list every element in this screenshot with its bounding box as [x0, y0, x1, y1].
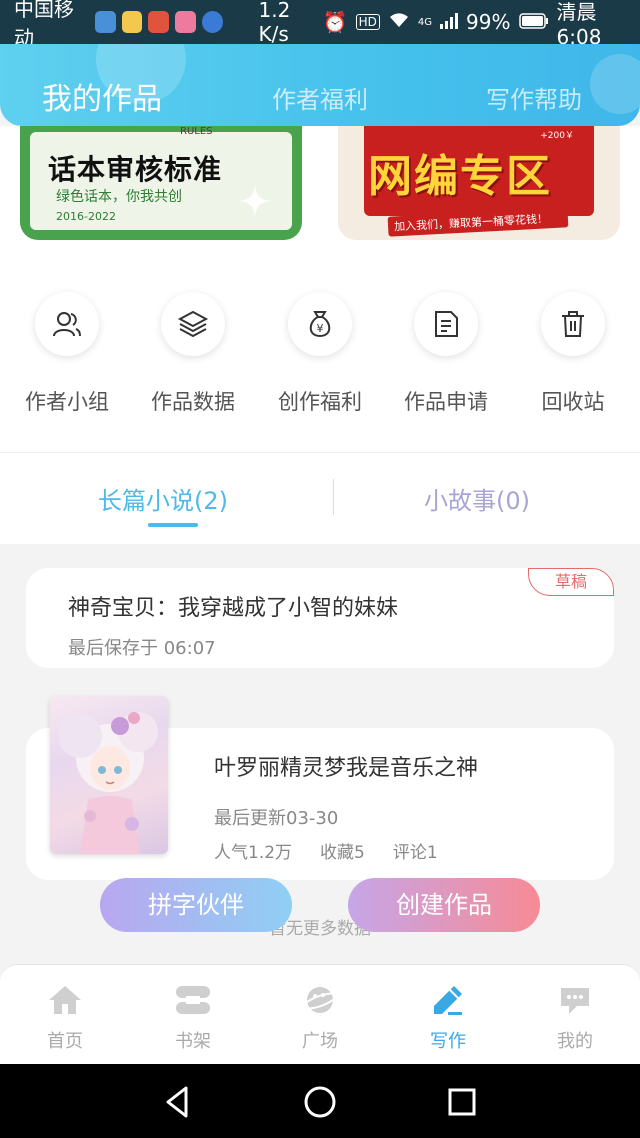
planet-icon [302, 987, 338, 1013]
network-speed: 1.2 K/s [258, 0, 291, 46]
quick-recycle-bin[interactable]: 回收站 [509, 292, 637, 416]
work-card-draft[interactable]: 神奇宝贝：我穿越成了小智的妹妹 最后保存于 06:07 草稿 [26, 568, 614, 668]
nav-label: 我的 [557, 1031, 593, 1052]
app-notification-icon [121, 11, 143, 33]
no-more-data: 暂无更多数据 [269, 919, 371, 939]
banner-title: 网编专区 [368, 151, 552, 202]
quick-label: 作品数据 [151, 390, 235, 414]
recents-icon[interactable] [444, 1084, 480, 1120]
quick-label: 作者小组 [25, 390, 109, 414]
nav-mine[interactable]: 我的 [511, 983, 639, 1053]
nav-label: 首页 [47, 1031, 83, 1052]
tab-long-novels[interactable]: 长篇小说(2) [98, 481, 228, 516]
quick-label: 回收站 [541, 390, 605, 414]
network-type: 4G [417, 16, 433, 28]
nav-home[interactable]: 首页 [1, 983, 129, 1053]
tab-short-stories[interactable]: 小故事(0) [424, 481, 530, 516]
pen-icon [434, 986, 462, 1015]
comments-stat: 评论1 [392, 843, 438, 863]
app-notification-icon [148, 11, 170, 33]
back-icon[interactable] [160, 1084, 196, 1120]
alarm-icon: ⏰ [322, 10, 348, 34]
work-title: 神奇宝贝：我穿越成了小智的妹妹 [68, 596, 399, 621]
bookshelf-icon [176, 986, 210, 1014]
quick-creation-benefits[interactable]: ¥ 创作福利 [256, 292, 384, 416]
nav-label: 写作 [430, 1031, 466, 1052]
banner-year: 2016-2022 [56, 210, 116, 223]
app-notification-icon [175, 11, 196, 33]
svg-text:¥: ¥ [317, 322, 324, 335]
banner-review-standards[interactable]: RULES 话本审核标准 绿色话本，你我共创 2016-2022 [20, 126, 302, 240]
money-bag-icon: ¥ [309, 311, 331, 338]
work-type-tabs: 长篇小说(2) 小故事(0) [0, 452, 640, 544]
work-cover-image[interactable] [50, 696, 168, 854]
wifi-icon [388, 10, 410, 34]
tab-author-benefits[interactable]: 作者福利 [272, 80, 368, 115]
banner-title: 话本审核标准 [48, 153, 223, 186]
trash-icon [562, 311, 584, 337]
quick-author-group[interactable]: 作者小组 [3, 292, 131, 416]
home-circle-icon[interactable] [302, 1084, 338, 1120]
app-notification-icon [95, 11, 116, 33]
top-header: 我的作品 作者福利 写作帮助 [0, 44, 640, 126]
nav-label: 书架 [175, 1031, 211, 1052]
home-icon [49, 986, 81, 1014]
banner-rules-tag: RULES [180, 126, 213, 137]
battery-icon [518, 10, 549, 34]
nav-label: 广场 [302, 1031, 338, 1052]
banner-editor-zone[interactable]: +200￥ 网编专区 加入我们，赚取第一桶零花钱！ [338, 126, 620, 240]
layers-icon [177, 310, 209, 338]
app-notification-icon [201, 11, 223, 33]
work-title: 叶罗丽精灵梦我是音乐之神 [214, 756, 479, 781]
quick-label: 创作福利 [278, 390, 362, 414]
hd-badge: HD [355, 14, 380, 30]
banner-subtitle: 绿色话本，你我共创 [56, 189, 182, 205]
draft-badge: 草稿 [528, 568, 614, 596]
word-partner-button[interactable]: 拼字伙伴 [100, 878, 292, 932]
tab-divider [333, 479, 334, 515]
nav-write[interactable]: 写作 [384, 983, 512, 1053]
favorites-stat: 收藏5 [320, 843, 365, 863]
quick-work-application[interactable]: 作品申请 [382, 292, 510, 416]
status-bar: 中国移动 1.2 K/s ⏰ HD 4G 99% 清晨6:08 [0, 0, 640, 50]
sparkle-icon [238, 184, 272, 218]
battery-percent: 99% [466, 10, 511, 34]
main-content: RULES 话本审核标准 绿色话本，你我共创 2016-2022 +200￥ 网… [0, 126, 640, 964]
tab-my-works[interactable]: 我的作品 [42, 74, 162, 118]
quick-work-data[interactable]: 作品数据 [129, 292, 257, 416]
nav-bookshelf[interactable]: 书架 [129, 983, 257, 1053]
signal-icon [440, 10, 459, 34]
create-work-button[interactable]: 创建作品 [348, 878, 540, 932]
quick-label: 作品申请 [404, 390, 488, 414]
work-stats: 人气1.2万 收藏5 评论1 [214, 838, 438, 863]
active-tab-indicator [148, 523, 198, 527]
nav-square[interactable]: 广场 [256, 983, 384, 1053]
document-icon [435, 311, 458, 337]
system-nav-bar [0, 1064, 640, 1138]
work-updated-date: 最后更新03-30 [214, 808, 339, 829]
quick-actions: 作者小组 作品数据 ¥ 创作福利 作品申请 回收站 [0, 292, 640, 452]
tab-writing-help[interactable]: 写作帮助 [486, 80, 582, 115]
clock: 清晨6:08 [556, 0, 602, 49]
chat-bubble-icon [561, 988, 589, 1014]
bottom-nav: 首页 书架 广场 写作 我的 [0, 964, 640, 1064]
work-saved-time: 最后保存于 06:07 [68, 638, 216, 659]
popularity-stat: 人气1.2万 [214, 843, 293, 863]
users-icon [53, 312, 81, 337]
